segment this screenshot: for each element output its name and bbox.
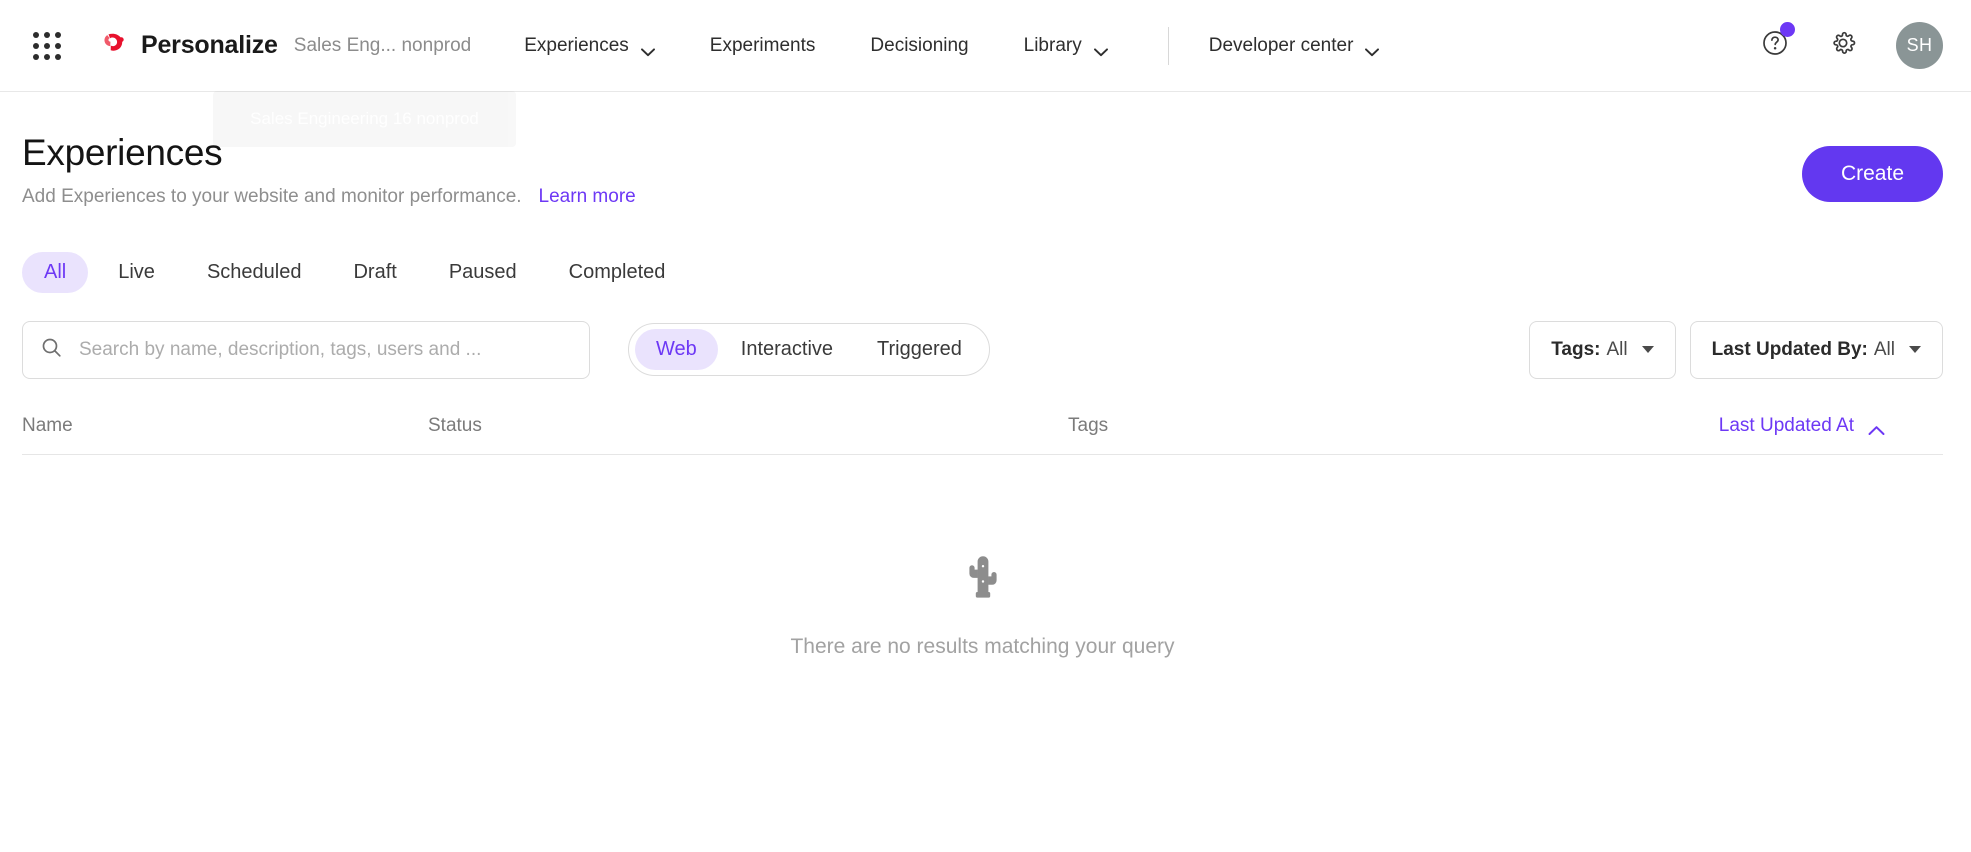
page-subtitle: Add Experiences to your website and moni… xyxy=(22,185,522,207)
top-bar-actions: SH xyxy=(1760,21,1943,69)
status-tab-completed[interactable]: Completed xyxy=(547,252,688,293)
search-box[interactable] xyxy=(22,320,590,379)
empty-state-message: There are no results matching your query xyxy=(790,634,1175,658)
nav-item-library[interactable]: Library xyxy=(1024,25,1108,67)
chevron-down-icon xyxy=(1909,346,1921,354)
nav-item-experiments[interactable]: Experiments xyxy=(710,25,816,67)
page-subtitle-row: Add Experiences to your website and moni… xyxy=(22,186,1802,208)
nav-item-developer-center[interactable]: Developer center xyxy=(1209,25,1380,67)
nav-item-experiments-label: Experiments xyxy=(709,34,816,56)
main-nav: Experiences Experiments Decisioning Libr… xyxy=(524,25,1380,67)
column-header-name[interactable]: Name xyxy=(22,415,428,437)
table-header-row: Name Status Tags Last Updated At xyxy=(22,415,1943,455)
nav-item-library-label: Library xyxy=(1023,34,1082,56)
search-input[interactable] xyxy=(79,338,571,361)
settings-button[interactable] xyxy=(1828,31,1858,61)
nav-item-developer-center-label: Developer center xyxy=(1208,34,1354,56)
brand-logo-link[interactable]: Personalize xyxy=(100,31,278,61)
tags-filter-dropdown[interactable]: Tags: All xyxy=(1529,320,1676,379)
top-navigation-bar: Personalize Sales Eng... nonprod Experie… xyxy=(0,0,1971,92)
tags-filter-label: Tags: xyxy=(1551,338,1601,360)
help-button[interactable] xyxy=(1760,21,1795,61)
last-updated-by-label: Last Updated By: xyxy=(1711,338,1868,360)
last-updated-by-value: All xyxy=(1873,338,1895,360)
nav-item-decisioning-label: Decisioning xyxy=(870,34,969,56)
create-button[interactable]: Create xyxy=(1801,146,1943,202)
nav-item-decisioning[interactable]: Decisioning xyxy=(870,25,968,67)
last-updated-by-filter-dropdown[interactable]: Last Updated By: All xyxy=(1689,320,1943,379)
chevron-down-icon xyxy=(1365,41,1380,57)
page-title: Experiences xyxy=(22,132,223,173)
nav-divider xyxy=(1167,26,1169,65)
chevron-down-icon xyxy=(1641,346,1654,354)
page-content: Experiences Add Experiences to your webs… xyxy=(0,92,1971,659)
segment-triggered[interactable]: Triggered xyxy=(856,329,983,370)
chevron-up-icon xyxy=(1868,420,1885,436)
personalize-logo-icon xyxy=(100,31,130,61)
status-tab-all[interactable]: All xyxy=(22,251,89,293)
filter-toolbar: Web Interactive Triggered Tags: All Last… xyxy=(22,320,1943,379)
filter-dropdowns: Tags: All Last Updated By: All xyxy=(1529,320,1943,379)
status-tab-scheduled[interactable]: Scheduled xyxy=(185,252,324,293)
cactus-icon xyxy=(958,551,1008,603)
segment-interactive[interactable]: Interactive xyxy=(720,329,854,370)
learn-more-link[interactable]: Learn more xyxy=(539,186,636,208)
notification-dot-icon xyxy=(1780,21,1795,37)
status-tab-draft[interactable]: Draft xyxy=(331,252,418,293)
column-header-tags[interactable]: Tags xyxy=(1068,415,1719,437)
search-icon xyxy=(41,337,62,363)
page-header: Experiences Add Experiences to your webs… xyxy=(22,92,1943,208)
chevron-down-icon xyxy=(1093,41,1108,57)
column-header-last-updated-at[interactable]: Last Updated At xyxy=(1719,415,1941,437)
empty-state: There are no results matching your query xyxy=(22,455,1943,659)
user-avatar[interactable]: SH xyxy=(1896,22,1943,69)
tags-filter-value: All xyxy=(1606,338,1628,360)
status-tab-live[interactable]: Live xyxy=(96,252,177,293)
chevron-down-icon xyxy=(640,41,655,57)
status-tab-paused[interactable]: Paused xyxy=(427,252,539,293)
column-header-last-updated-at-label: Last Updated At xyxy=(1718,414,1854,436)
gear-icon xyxy=(1830,30,1856,61)
experience-type-segmented-control: Web Interactive Triggered xyxy=(628,323,990,377)
segment-web[interactable]: Web xyxy=(635,329,718,371)
nav-item-experiences[interactable]: Experiences xyxy=(524,25,655,67)
tenant-selector[interactable]: Sales Eng... nonprod xyxy=(294,35,471,57)
apps-grid-icon[interactable] xyxy=(30,29,64,63)
brand-name: Personalize xyxy=(141,31,278,59)
column-header-status[interactable]: Status xyxy=(428,415,1068,437)
nav-item-experiences-label: Experiences xyxy=(524,34,629,56)
status-filter-tabs: All Live Scheduled Draft Paused Complete… xyxy=(22,251,1943,293)
